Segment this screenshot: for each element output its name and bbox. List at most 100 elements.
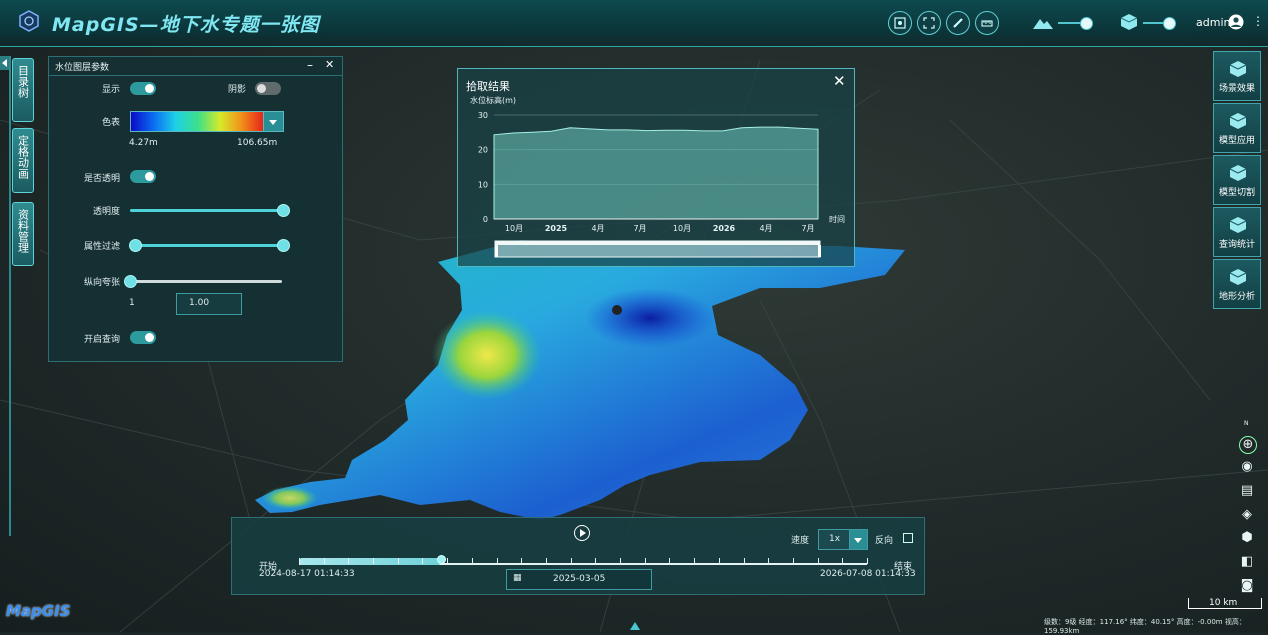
chart-range-bar[interactable] [495,241,820,245]
timeline-tick [842,558,844,564]
hexagon-icon[interactable]: ⬢ [1239,530,1255,546]
user-avatar-icon[interactable] [1228,14,1244,30]
color-max-value: 106.65m [237,138,278,148]
layers-icon[interactable]: ◈ [1239,507,1255,523]
current-date: 2025-03-05 [553,574,606,584]
speed-dropdown[interactable] [849,529,868,550]
timeline-tick [694,558,696,564]
left-edge-line [9,56,11,536]
filter-slider[interactable] [134,244,282,247]
opacity-slider[interactable] [130,209,282,212]
chart-range-left-handle[interactable] [495,245,498,257]
terrain-analysis-label: 地形分析 [1218,292,1255,302]
model-slider-knob[interactable] [1163,17,1176,30]
terrain-analysis-icon [1229,269,1247,285]
model-cut-label: 模型切割 [1218,188,1255,198]
user-name[interactable]: admin [1196,16,1230,29]
chart-ytick-label: 0 [483,215,488,224]
opacity-label: 透明度 [93,207,121,217]
terrain-icon[interactable] [1032,14,1054,30]
split-view-icon[interactable]: ◧ [1239,554,1255,570]
scene-effect-button[interactable]: 场景效果 [1213,51,1261,101]
more-menu-icon[interactable]: ⋮ [1252,14,1264,28]
mapgis-logo: MapGIS [6,602,71,620]
color-ramp-dropdown[interactable] [263,111,284,132]
chart-xtick-label: 10月 [505,224,523,233]
timeline-tick [521,558,523,564]
terrain-analysis-button[interactable]: 地形分析 [1213,259,1261,309]
opacity-slider-knob[interactable] [277,204,290,217]
timeline-tick [792,558,794,564]
model-application-label: 模型应用 [1218,136,1255,146]
query-stats-button[interactable]: 查询统计 [1213,207,1261,257]
scale-label: 10 km [1209,598,1238,608]
exaggeration-slider[interactable] [130,280,282,283]
shadow-label: 阴影 [228,85,247,95]
chevron-left-icon [2,59,7,67]
timeline-tick [867,558,868,564]
frame-button[interactable] [917,11,941,35]
color-min-value: 4.27m [129,138,158,148]
show-label: 显示 [102,85,121,95]
chevron-up-icon[interactable] [630,622,640,630]
play-icon [580,529,586,537]
filter-slider-max-knob[interactable] [277,239,290,252]
current-date-input[interactable]: ▦ 2025-03-05 [506,569,652,590]
chart-xlabel: 时间 [829,214,845,224]
end-time: 2026-07-08 01:14:33 [820,569,916,579]
measure-button[interactable] [946,11,970,35]
reverse-checkbox[interactable] [903,533,913,543]
compass-icon[interactable]: ⊕ [1239,436,1257,454]
query-switch[interactable] [130,331,156,344]
screenshot-button[interactable] [888,11,912,35]
tab-catalog-label: 目录树 [16,65,30,98]
timeline-tick [545,558,547,564]
tab-catalog[interactable]: 目录树 [12,58,34,122]
chart-xtick-label: 2026 [713,224,736,233]
chart-range-right-handle[interactable] [818,245,821,257]
filter-slider-min-knob[interactable] [129,239,142,252]
timeline-tick [644,558,646,564]
chevron-down-icon [269,120,277,125]
play-button[interactable] [574,525,590,541]
start-time: 2024-08-17 01:14:33 [259,569,355,579]
list-icon[interactable]: ▤ [1239,483,1255,499]
speed-label: 速度 [791,536,810,546]
calendar-icon: ▦ [513,573,522,583]
model-cube-icon[interactable] [1120,13,1138,31]
timeline-tick [669,558,671,564]
model-application-button[interactable]: 模型应用 [1213,103,1261,153]
model-application-icon [1229,113,1247,129]
exaggeration-slider-knob[interactable] [124,275,137,288]
scene-effect-label: 场景效果 [1218,84,1255,94]
timeline-knob[interactable] [437,555,446,564]
speed-select[interactable]: 1x [818,529,852,550]
chart-area-series [493,126,819,220]
model-cut-button[interactable]: 模型切割 [1213,155,1261,205]
show-switch[interactable] [130,82,156,95]
query-stats-icon [1229,217,1247,233]
minimize-icon[interactable]: – [307,58,313,72]
tab-data-management[interactable]: 资料管理 [12,202,34,266]
close-icon[interactable]: ✕ [325,58,334,71]
timeline-tick [718,558,720,564]
status-bar: 级数：9级 经度：117.16° 纬度：40.15° 高度：-0.00m 视高：… [1044,618,1246,635]
panel-title: 水位图层参数 [55,63,110,73]
timeline-tick [817,558,819,564]
terrain-slider-knob[interactable] [1080,17,1093,30]
globe-icon[interactable]: ◉ [1239,459,1255,475]
camera-icon[interactable]: ◙ [1239,578,1255,594]
app-title: MapGIS—地下水专题一张图 [52,14,320,36]
exaggeration-input[interactable]: 1.00 [176,293,242,315]
color-ramp-select[interactable] [130,111,266,132]
ruler-button[interactable] [975,11,999,35]
timeline-tick [299,558,300,564]
transparent-switch[interactable] [130,170,156,183]
chart-ylabel: 水位标高(m) [470,95,516,105]
chart-ytick-label: 10 [478,180,488,189]
app-logo-icon [19,10,39,32]
shadow-switch[interactable] [255,82,281,95]
query-label: 开启查询 [84,335,121,345]
tab-animation[interactable]: 定格动画 [12,128,34,193]
chart-xtick-label: 4月 [591,224,604,233]
